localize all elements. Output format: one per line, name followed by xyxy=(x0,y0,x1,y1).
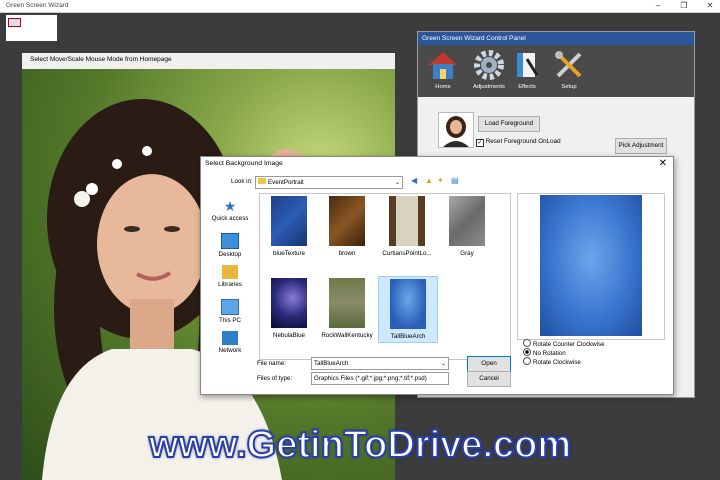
maximize-button[interactable]: ❐ xyxy=(678,1,690,11)
file-item[interactable]: CurtiansPointLo... xyxy=(378,196,436,257)
new-folder-icon[interactable]: ✦ xyxy=(437,176,444,185)
control-panel-title: Green Screen Wizard Control Panel xyxy=(418,32,694,45)
file-type-value: Graphics Files (*.gif;*.jpg;*.png;*.tif;… xyxy=(314,375,427,382)
network-icon xyxy=(222,331,238,345)
place-network[interactable]: Network xyxy=(205,331,255,354)
file-name: CurtiansPointLo... xyxy=(382,250,432,257)
person-icon xyxy=(443,116,469,147)
dialog-title: Select Background Image xyxy=(205,160,283,167)
menu-box[interactable] xyxy=(6,15,57,41)
select-background-dialog: Select Background Image ✕ Look in: Event… xyxy=(200,156,674,395)
look-in-select[interactable]: EventPortrait ⌄ xyxy=(255,176,403,189)
radio-label: No Rotation xyxy=(533,350,566,357)
place-label: Desktop xyxy=(218,251,242,258)
file-name: Gray xyxy=(460,250,474,257)
rotate-ccw-option[interactable]: Rotate Counter Clockwise xyxy=(523,339,605,348)
file-name: brown xyxy=(338,250,356,257)
file-thumbnail xyxy=(271,278,307,328)
file-thumbnail xyxy=(329,196,365,246)
adjustments-tool-label: Adjustments xyxy=(473,84,505,90)
look-in-label: Look in: xyxy=(231,178,253,185)
app-title: Green Screen Wizard xyxy=(6,2,69,9)
photo-panel-header: Select Move/Scale Mouse Mode from Homepa… xyxy=(30,56,172,63)
computer-icon xyxy=(221,299,239,315)
place-desktop[interactable]: Desktop xyxy=(205,233,255,258)
load-foreground-button[interactable]: Load Foreground xyxy=(478,116,540,132)
up-folder-icon[interactable]: ▲ xyxy=(425,176,433,185)
home-icon xyxy=(429,52,457,79)
place-label: Network xyxy=(218,347,242,354)
preview-image xyxy=(540,195,642,336)
effects-tool-button[interactable]: Effects xyxy=(504,49,550,90)
file-item[interactable]: blueTexture xyxy=(260,196,318,257)
reset-foreground-checkbox[interactable]: ✓ xyxy=(476,139,484,147)
place-libraries[interactable]: Libraries xyxy=(205,265,255,288)
file-type-label: Files of type: xyxy=(257,375,293,382)
radio-label: Rotate Counter Clockwise xyxy=(533,341,605,348)
open-button[interactable]: Open xyxy=(467,356,511,372)
foreground-avatar xyxy=(438,112,474,148)
setup-tool-button[interactable]: Setup xyxy=(546,49,592,90)
dialog-close-button[interactable]: ✕ xyxy=(659,158,667,170)
places-bar: ★ Quick access Desktop Libraries This PC… xyxy=(205,195,255,355)
file-name: TallBlueArch xyxy=(390,333,426,340)
rotate-cw-option[interactable]: Rotate Clockwise xyxy=(523,357,581,366)
place-label: Quick access xyxy=(211,215,249,222)
place-label: This PC xyxy=(218,317,241,324)
file-name: blueTexture xyxy=(273,250,305,257)
chevron-down-icon: ⌄ xyxy=(394,179,400,186)
file-item-selected[interactable]: TallBlueArch xyxy=(378,276,438,343)
home-tool-button[interactable]: Home xyxy=(420,49,466,90)
radio-label: Rotate Clockwise xyxy=(533,359,581,366)
star-icon: ★ xyxy=(223,198,237,214)
gear-icon xyxy=(474,50,504,80)
file-thumbnail xyxy=(271,196,307,246)
app-titlebar: Green Screen Wizard – ❐ ✕ xyxy=(0,0,720,13)
effects-tool-label: Effects xyxy=(518,84,536,90)
view-menu-icon[interactable]: ▤ xyxy=(451,176,459,185)
minimize-button[interactable]: – xyxy=(652,1,664,11)
libraries-icon xyxy=(222,265,238,279)
file-name-input[interactable]: TallBlueArch ⌄ xyxy=(311,357,449,370)
file-thumbnail xyxy=(389,196,425,246)
effects-icon xyxy=(517,53,539,77)
chevron-down-icon: ⌄ xyxy=(440,360,446,367)
home-tool-label: Home xyxy=(435,84,451,90)
file-item[interactable]: RockWallKentucky xyxy=(318,278,376,339)
reset-foreground-checkbox-row[interactable]: ✓ Reset Foreground OnLoad xyxy=(476,138,561,147)
file-thumbnail xyxy=(390,279,426,329)
place-this-pc[interactable]: This PC xyxy=(205,299,255,324)
file-thumbnail xyxy=(449,196,485,246)
back-icon[interactable]: ◀ xyxy=(411,176,417,185)
file-type-select[interactable]: Graphics Files (*.gif;*.jpg;*.png;*.tif;… xyxy=(311,372,449,385)
setup-tool-label: Setup xyxy=(561,84,577,90)
look-in-value: EventPortrait xyxy=(268,179,304,186)
reset-foreground-label: Reset Foreground OnLoad xyxy=(485,138,561,145)
menu-icon[interactable] xyxy=(8,18,21,27)
place-quick-access[interactable]: ★ Quick access xyxy=(205,199,255,222)
no-rotation-option[interactable]: No Rotation xyxy=(523,348,566,357)
file-item[interactable]: Gray xyxy=(438,196,496,257)
file-item[interactable]: brown xyxy=(318,196,376,257)
radio-button[interactable] xyxy=(523,357,531,365)
folder-icon xyxy=(258,178,266,184)
desktop-icon xyxy=(221,233,239,249)
file-item[interactable]: NebulaBlue xyxy=(260,278,318,339)
file-name: RockWallKentucky xyxy=(321,332,373,339)
place-label: Libraries xyxy=(218,281,242,288)
file-thumbnail xyxy=(329,278,365,328)
image-preview xyxy=(517,193,665,340)
cancel-button[interactable]: Cancel xyxy=(467,371,511,387)
radio-button[interactable] xyxy=(523,339,531,347)
pick-adjustment-button[interactable]: Pick Adjustment xyxy=(615,138,667,154)
tools-icon xyxy=(555,51,582,78)
file-list: blueTexture brown CurtiansPointLo... Gra… xyxy=(259,193,511,360)
file-name: NebulaBlue xyxy=(273,332,305,339)
close-window-button[interactable]: ✕ xyxy=(704,1,716,11)
file-name-value: TallBlueArch xyxy=(314,360,349,367)
watermark-text: www.GetinToDrive.com xyxy=(148,423,572,467)
radio-button-selected[interactable] xyxy=(523,348,531,356)
control-panel-toolbar: Home Adjustments Effects Setup xyxy=(418,45,694,97)
file-name-label: File name: xyxy=(257,360,286,367)
